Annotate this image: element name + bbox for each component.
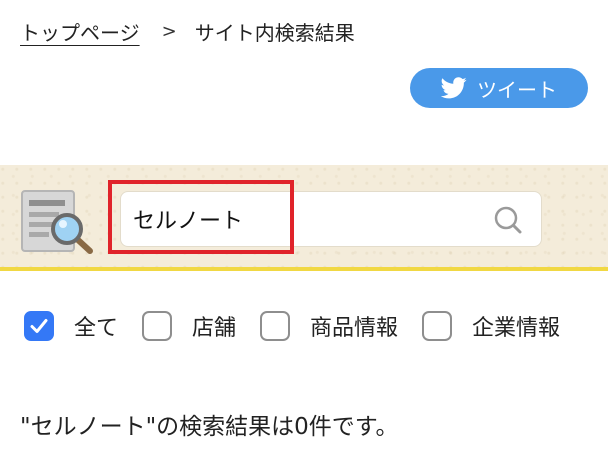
search-result-message: "セルノート"の検索結果は0件です。 (20, 414, 399, 440)
filter-all[interactable]: 全て (24, 310, 118, 342)
filter-company[interactable]: 企業情報 (422, 310, 560, 342)
tweet-button[interactable]: ツイート (410, 68, 588, 108)
page: トップページ > サイト内検索結果 ツイート セルノート 全て 店舗 商品情報 … (0, 0, 608, 470)
filter-stores[interactable]: 店舗 (142, 310, 236, 342)
breadcrumb-separator: > (161, 20, 177, 42)
filter-products[interactable]: 商品情報 (260, 310, 398, 342)
search-band (0, 165, 608, 271)
filter-products-label: 商品情報 (310, 316, 399, 341)
filter-products-checkbox[interactable] (260, 311, 291, 341)
breadcrumb-current: サイト内検索結果 (194, 20, 355, 45)
checkmark-icon (30, 319, 48, 333)
breadcrumb-home-link[interactable]: トップページ (20, 17, 140, 46)
search-icon[interactable] (493, 205, 523, 235)
search-box (120, 191, 542, 247)
filter-stores-checkbox[interactable] (142, 311, 173, 341)
tweet-button-label: ツイート (477, 77, 557, 102)
category-filters: 全て 店舗 商品情報 企業情報 (24, 306, 584, 346)
filter-all-label: 全て (74, 316, 119, 341)
filter-all-checkbox[interactable] (24, 311, 54, 341)
filter-company-checkbox[interactable] (422, 311, 453, 341)
filter-stores-label: 店舗 (192, 316, 237, 341)
breadcrumb: トップページ > サイト内検索結果 (20, 16, 355, 46)
filter-company-label: 企業情報 (472, 316, 561, 341)
twitter-bird-icon (441, 77, 467, 99)
search-document-icon (21, 190, 93, 254)
search-input[interactable] (121, 192, 481, 246)
